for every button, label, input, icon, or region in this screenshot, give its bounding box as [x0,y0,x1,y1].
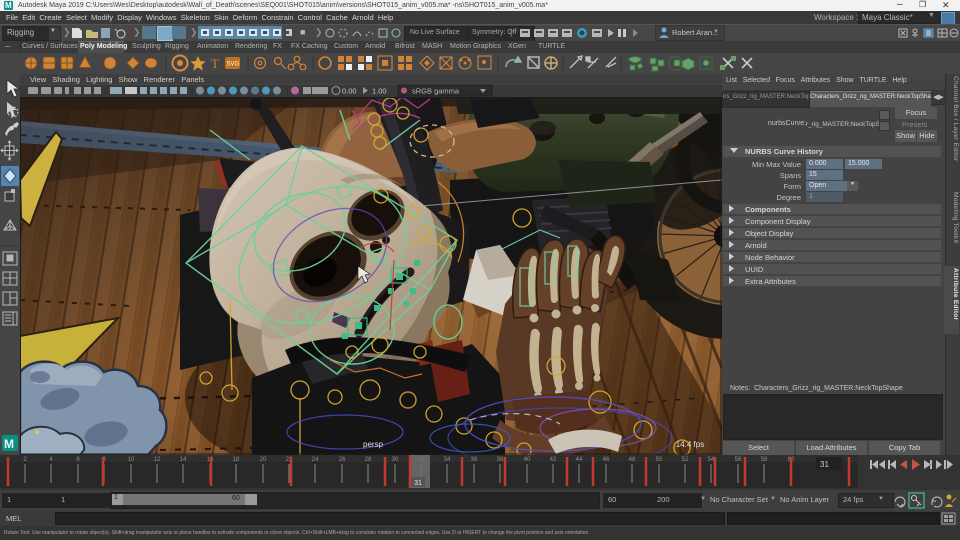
svg-text:30: 30 [392,457,399,463]
svg-text:sRGB gamma: sRGB gamma [412,87,460,96]
svg-text:31: 31 [414,480,422,487]
svg-text:58: 58 [761,457,768,463]
svg-text:10: 10 [128,457,135,463]
svg-text:14.4 fps: 14.4 fps [676,440,704,449]
svg-text:0.00: 0.00 [342,87,357,96]
svg-text:26: 26 [339,457,346,463]
svg-text:40: 40 [524,457,531,463]
svg-text:50: 50 [656,457,663,463]
svg-text:44: 44 [576,457,583,463]
svg-text:42: 42 [550,457,557,463]
svg-text:52: 52 [682,457,689,463]
svg-text:14: 14 [180,457,187,463]
svg-text:T: T [211,56,219,71]
svg-text:38: 38 [497,457,504,463]
svg-text:36: 36 [471,457,478,463]
svg-text:persp: persp [363,440,384,449]
svg-text:1.00: 1.00 [372,87,387,96]
svg-text:SVG: SVG [227,62,240,68]
svg-text:18: 18 [233,457,240,463]
svg-text:46: 46 [603,457,610,463]
svg-text:34: 34 [444,457,451,463]
svg-text:28: 28 [365,457,372,463]
svg-text:M: M [4,437,14,451]
svg-text:20: 20 [260,457,267,463]
svg-text:31: 31 [820,460,829,469]
svg-text:56: 56 [735,457,742,463]
svg-text:48: 48 [629,457,636,463]
svg-text:24: 24 [312,457,319,463]
svg-text:12: 12 [154,457,161,463]
